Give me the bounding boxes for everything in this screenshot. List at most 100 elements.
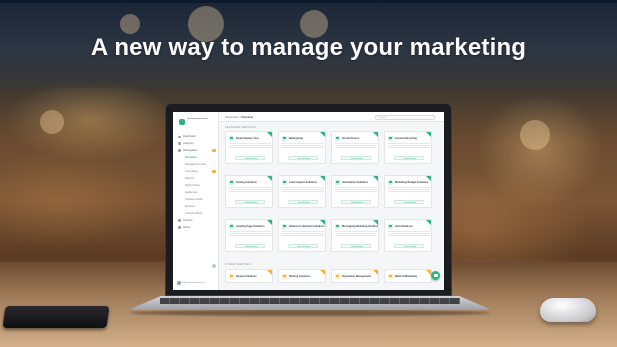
sidebar-item[interactable]: Creative Studio — [177, 197, 217, 202]
card-description — [282, 143, 324, 144]
sidebar-item[interactable]: Admin — [177, 225, 217, 230]
card-description — [229, 143, 271, 144]
topbar: Marketplace / Overview Search — [219, 112, 444, 122]
view-solution-button[interactable]: View Solution — [288, 244, 318, 248]
computer-mouse — [540, 298, 596, 322]
sidebar-item[interactable]: Reviews — [177, 204, 217, 209]
card-title: Social Posters — [342, 136, 360, 140]
service-icon — [282, 179, 287, 185]
card-title: Automation Solutions — [342, 180, 368, 184]
card-corner — [373, 270, 378, 275]
sidebar-item[interactable]: Analytics — [177, 141, 217, 146]
service-card[interactable]: Automation Solutions View Solution — [331, 175, 379, 208]
service-card[interactable]: Marketing Budget Solutions View Solution — [384, 175, 432, 208]
card-corner — [320, 176, 325, 181]
service-icon — [229, 273, 234, 279]
breadcrumb-current: Overview — [241, 115, 253, 119]
view-solution-button[interactable]: View Solution — [288, 156, 318, 160]
other-section-title: OTHER SERVICES — [225, 263, 251, 266]
service-icon — [388, 135, 393, 141]
view-solution-button[interactable]: View Solution — [288, 200, 318, 204]
service-card[interactable]: Chat Solutions View Solution — [384, 219, 432, 252]
grid-icon — [178, 149, 181, 152]
service-icon — [229, 179, 234, 185]
view-solution-button[interactable]: View Solution — [235, 156, 265, 160]
app-logo[interactable]: marketing dashboard — [179, 118, 213, 126]
card-title: Email Capture Tool — [236, 136, 259, 140]
card-description — [229, 187, 271, 188]
sidebar-item[interactable]: Content Library — [177, 211, 217, 216]
card-corner — [267, 270, 272, 275]
sidebar-item[interactable]: Dashboard — [177, 134, 217, 139]
service-icon — [282, 135, 287, 141]
laptop-lid: marketing dashboard Dashboard Analytics Ma… — [165, 103, 452, 296]
collapse-sidebar-icon[interactable] — [212, 264, 216, 268]
card-description — [282, 187, 324, 188]
service-card[interactable]: Reputation Management — [331, 269, 379, 283]
service-card[interactable]: Retargeting View Solution — [278, 131, 326, 164]
service-card[interactable]: Referral Marketing — [384, 269, 432, 283]
card-title: Influencer Outreach Solutions — [289, 224, 325, 228]
sidebar-item[interactable]: Audiences — [177, 190, 217, 195]
sidebar-item[interactable]: Managed Services — [177, 162, 217, 167]
service-icon — [388, 179, 393, 185]
view-solution-button[interactable]: View Solution — [341, 200, 371, 204]
view-solution-button[interactable]: View Solution — [394, 200, 424, 204]
logo-icon — [179, 119, 185, 125]
view-solution-button[interactable]: View Solution — [235, 200, 265, 204]
service-icon — [282, 223, 287, 229]
search-placeholder: Search — [379, 116, 386, 119]
bokeh-light — [520, 120, 550, 150]
sidebar-item-label: Consulting — [185, 169, 198, 173]
view-solution-label: View Solution — [350, 157, 364, 160]
smartphone — [2, 306, 110, 328]
sidebar-item[interactable]: Partnerships — [177, 183, 217, 188]
breadcrumb-root[interactable]: Marketplace — [225, 116, 239, 119]
service-card[interactable]: Testing Solutions View Solution — [225, 175, 273, 208]
service-card[interactable]: Landing Page Solutions View Solution — [225, 219, 273, 252]
service-icon — [335, 223, 340, 229]
chart-icon — [178, 142, 181, 145]
sidebar-item-label: Analytics — [183, 141, 194, 145]
card-corner — [267, 176, 272, 181]
view-solution-label: View Solution — [244, 201, 258, 204]
card-corner — [320, 270, 325, 275]
headline: A new way to manage your marketing — [90, 34, 527, 61]
view-solution-button[interactable]: View Solution — [394, 156, 424, 160]
card-description — [282, 231, 324, 232]
avatar — [177, 281, 181, 285]
sidebar-item[interactable]: Overview — [177, 155, 217, 160]
card-corner — [320, 132, 325, 137]
service-card[interactable]: Influencer Outreach Solutions View Soluti… — [278, 219, 326, 252]
view-solution-label: View Solution — [244, 245, 258, 248]
service-icon — [388, 273, 393, 279]
service-card[interactable]: Messaging Marketing Solutions View Soluti… — [331, 219, 379, 252]
status-badge — [212, 149, 216, 152]
service-card[interactable]: Email Capture Tool View Solution — [225, 131, 273, 164]
view-solution-button[interactable]: View Solution — [235, 244, 265, 248]
card-description — [388, 143, 430, 144]
service-card[interactable]: Social Posters View Solution — [331, 131, 379, 164]
top-strip — [0, 0, 617, 3]
service-card[interactable]: Review Solutions — [225, 269, 273, 283]
laptop-shadow — [130, 310, 490, 316]
service-card[interactable]: Sharing Solutions — [278, 269, 326, 283]
service-card[interactable]: Lead Capture Solutions View Solution — [278, 175, 326, 208]
view-solution-button[interactable]: View Solution — [341, 244, 371, 248]
sidebar-user[interactable]: admin@marketing.com — [177, 280, 215, 286]
card-corner — [426, 132, 431, 137]
sidebar-item[interactable]: Account — [177, 218, 217, 223]
service-card[interactable]: Content Recycling View Solution — [384, 131, 432, 164]
service-icon — [229, 135, 234, 141]
sidebar-item[interactable]: Marketplace — [177, 148, 217, 153]
chat-button[interactable] — [431, 271, 440, 280]
card-description — [388, 231, 430, 232]
card-description — [335, 143, 377, 144]
sidebar-item[interactable]: Consulting — [177, 169, 217, 174]
sidebar-item[interactable]: Reports — [177, 176, 217, 181]
view-solution-button[interactable]: View Solution — [341, 156, 371, 160]
view-solution-button[interactable]: View Solution — [394, 244, 424, 248]
search-input[interactable]: Search — [375, 114, 435, 120]
card-title: Referral Marketing — [395, 274, 417, 278]
home-icon — [178, 135, 181, 138]
